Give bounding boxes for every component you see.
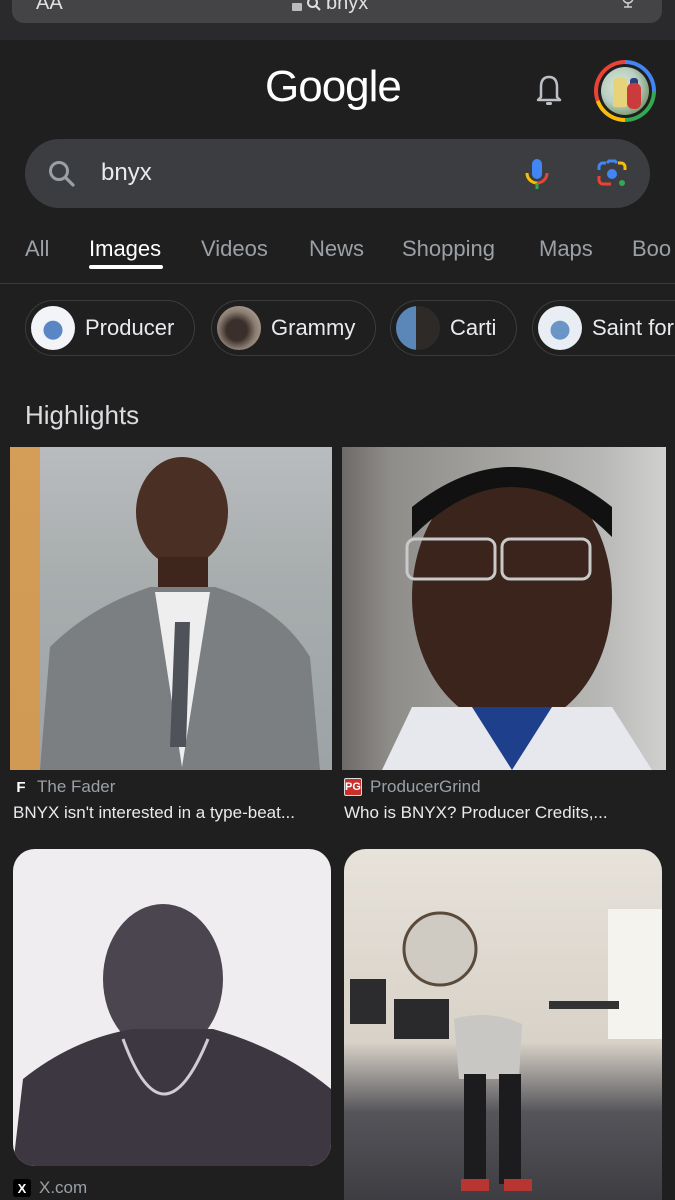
x-favicon: X [13,1179,31,1197]
search-icon[interactable] [47,159,77,189]
result-title[interactable]: Who is BNYX? Producer Credits,... [344,803,608,823]
search-glyph-icon [307,0,321,11]
microphone-icon[interactable] [620,0,636,10]
home-studio-photo [350,909,662,1191]
google-images-results-page: AA bnyx Google bnyx All Images Videos Ne… [0,0,675,1200]
google-logo[interactable]: Google [265,62,402,112]
tab-videos[interactable]: Videos [201,236,268,262]
chip-producer[interactable]: Producer [25,300,196,356]
tab-books[interactable]: Boo [632,236,671,262]
result-source[interactable]: The Fader [37,777,115,797]
tab-maps[interactable]: Maps [539,236,593,262]
browser-address-bar: AA bnyx [0,0,675,40]
chip-thumbnail [31,306,75,350]
tab-all[interactable]: All [25,236,49,262]
highlights-heading: Highlights [25,400,140,430]
chip-label: Producer [85,315,175,340]
chip-carti[interactable]: Carti [390,300,518,356]
man-with-glasses-photo [382,467,652,770]
chip-thumbnail [538,306,582,350]
lock-icon [292,2,302,11]
tab-images[interactable]: Images [89,236,161,262]
chip-saint-forever[interactable]: Saint for [532,300,675,356]
result-image[interactable] [10,447,332,770]
chip-label: Carti [450,315,497,340]
result-meta: X X.com [13,1178,87,1198]
search-tabs: All Images Videos News Shopping Maps Boo [0,228,675,284]
account-avatar[interactable] [594,60,656,122]
result-meta: F The Fader BNYX isn't interested in a t… [13,777,295,823]
result-image[interactable] [342,447,666,770]
tab-shopping[interactable]: Shopping [402,236,495,262]
google-lens-icon[interactable] [596,158,628,190]
search-input[interactable]: bnyx [25,139,650,208]
result-title[interactable]: BNYX isn't interested in a type-beat... [13,803,295,823]
monochrome-portrait-photo [13,904,331,1166]
result-meta: PG ProducerGrind Who is BNYX? Producer C… [344,777,608,823]
result-source[interactable]: ProducerGrind [370,777,481,797]
result-image[interactable] [13,849,331,1166]
tab-news[interactable]: News [309,236,364,262]
bell-icon[interactable] [533,73,565,107]
mic-icon[interactable] [523,157,551,191]
chip-grammy[interactable]: Grammy [211,300,377,356]
result-image[interactable] [344,849,662,1200]
man-in-suit-photo [40,457,320,770]
chip-thumbnail [217,306,261,350]
refinement-chips: Producer Grammy Carti Saint for [0,300,675,356]
the-fader-favicon: F [13,778,29,796]
result-source[interactable]: X.com [39,1178,87,1198]
chip-label: Saint for [592,315,674,340]
chip-label: Grammy [271,315,356,340]
active-tab-indicator [89,265,163,269]
url-display[interactable]: bnyx [292,0,368,15]
producergrind-favicon: PG [344,778,362,796]
text-size-button[interactable]: AA [36,0,63,15]
chip-thumbnail [396,306,440,350]
search-query[interactable]: bnyx [101,159,152,187]
url-text: bnyx [326,0,369,14]
avatar-image [601,67,649,115]
